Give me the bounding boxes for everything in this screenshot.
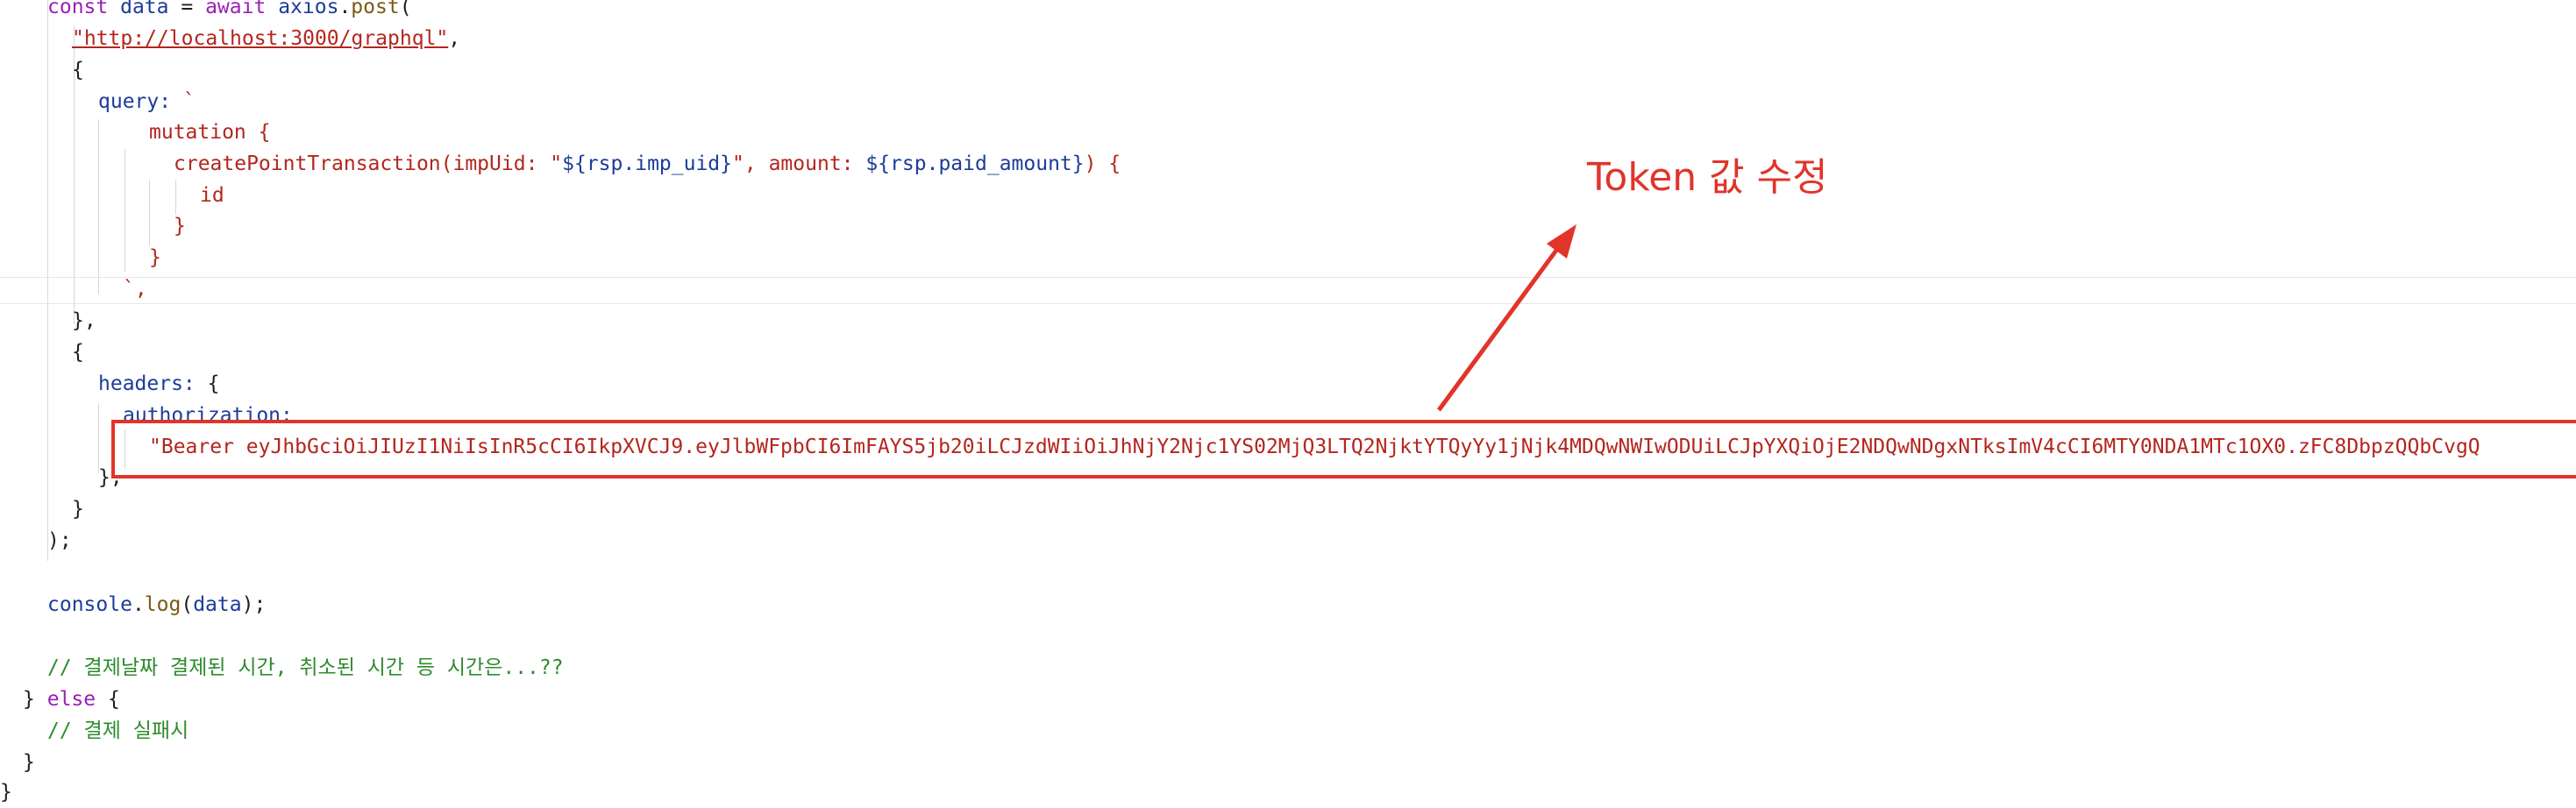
- annotation-label: Token 값 수정: [1587, 155, 1828, 200]
- annotation-arrow: [1436, 224, 1576, 412]
